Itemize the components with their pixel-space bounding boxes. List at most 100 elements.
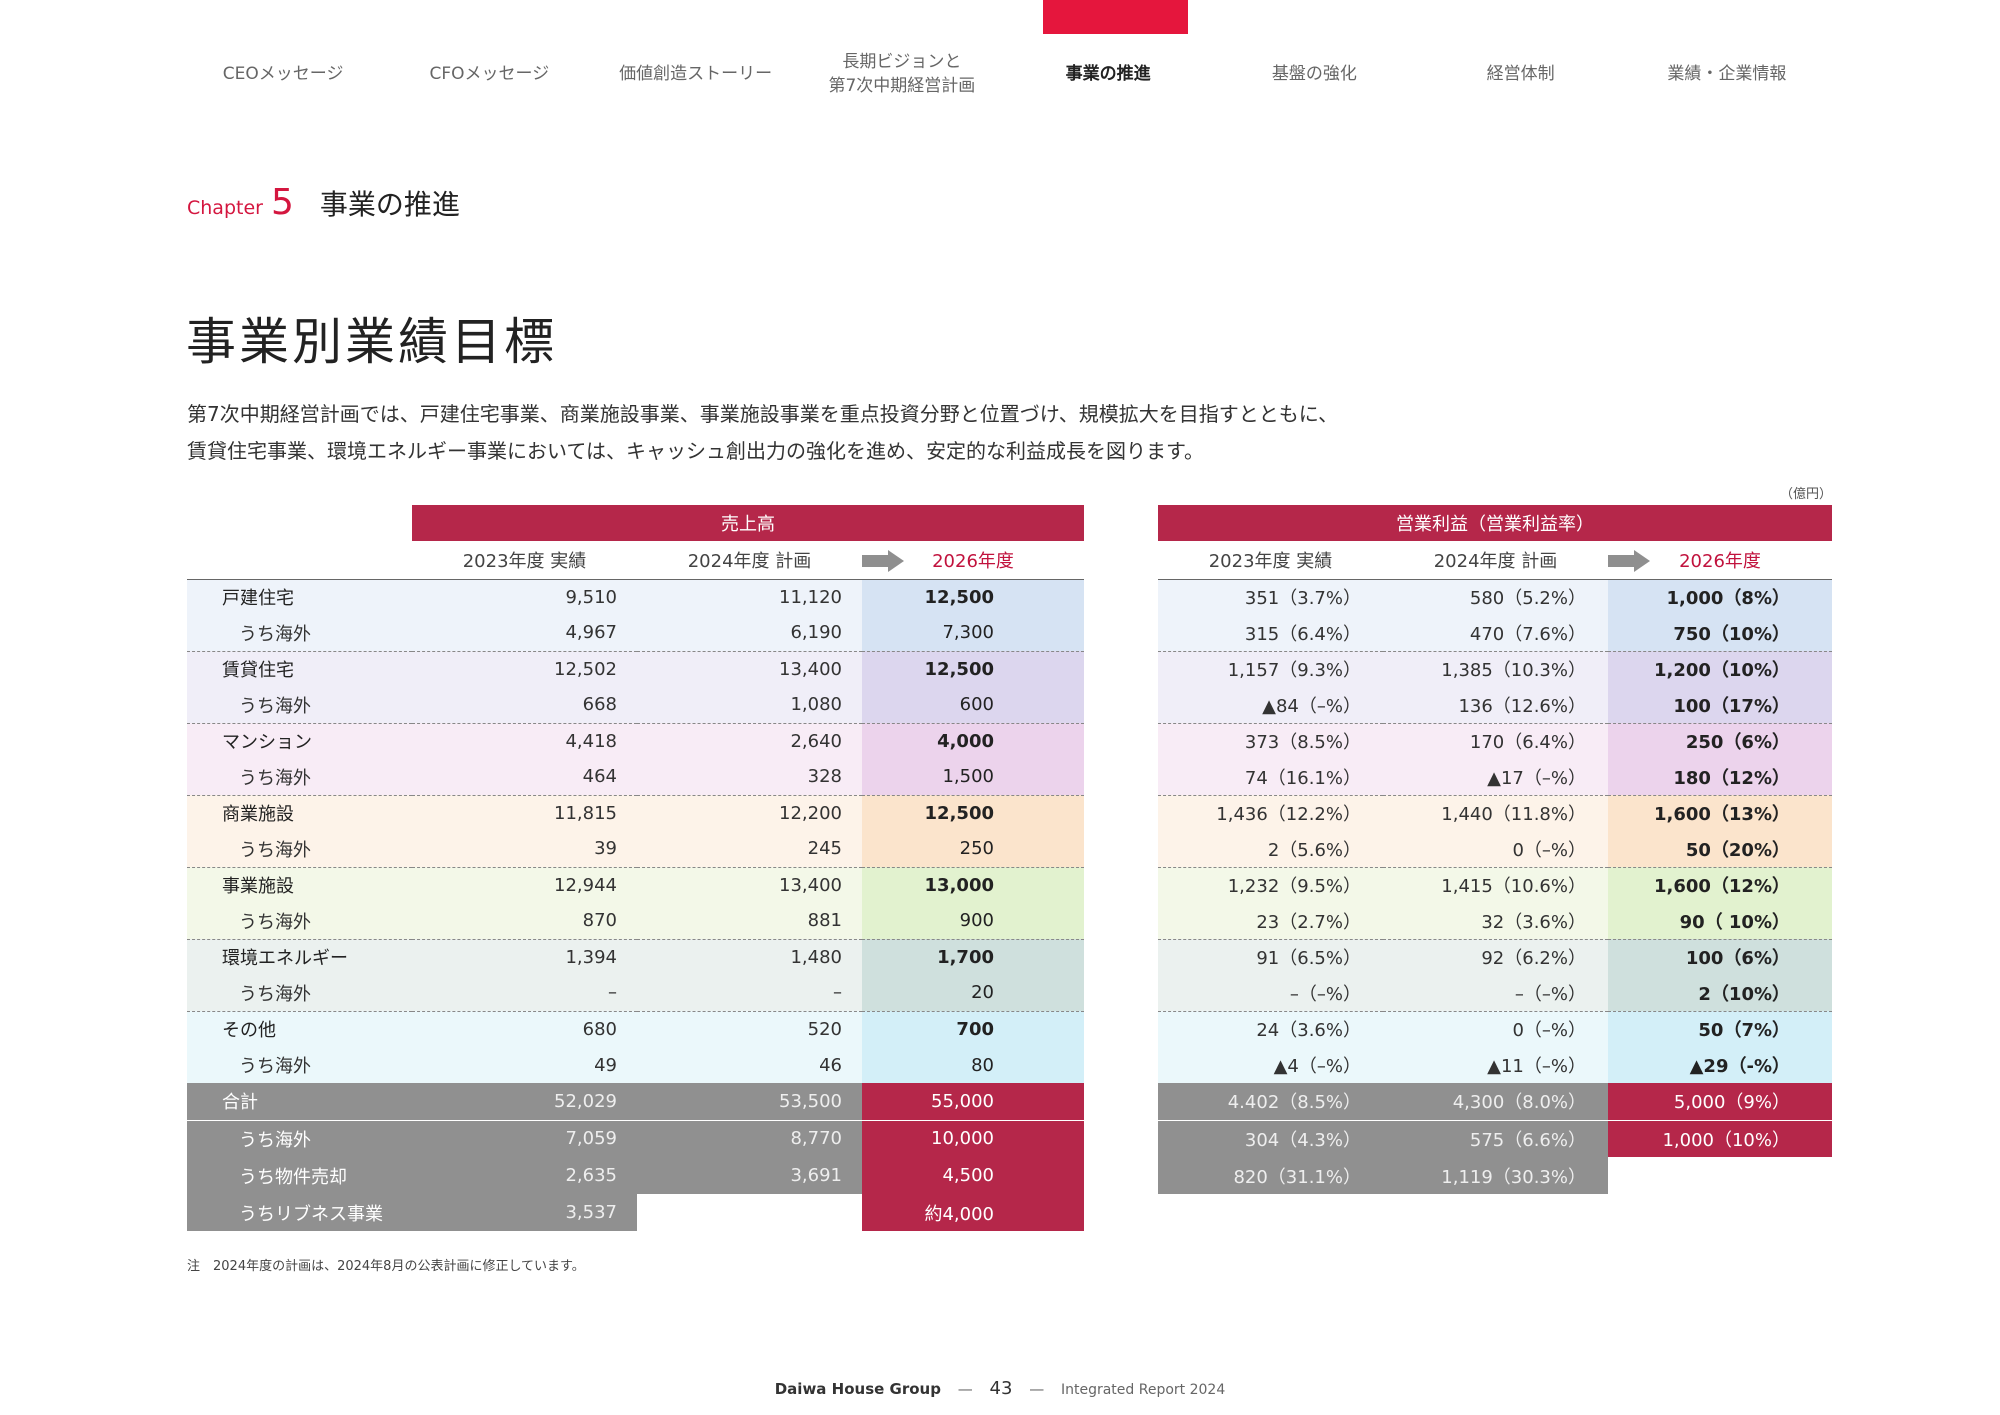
- table-row: うち海外 4,967 6,190 7,300: [187, 615, 1084, 651]
- sales-2026-target: 12,500: [862, 650, 1084, 687]
- sales-header: 売上高: [412, 505, 1084, 541]
- nav-item[interactable]: 事業の推進: [1005, 46, 1211, 102]
- nav-item[interactable]: 基盤の強化: [1211, 46, 1417, 102]
- total-label: うちリブネス事業: [187, 1194, 412, 1231]
- footer-brand: Daiwa House Group: [774, 1380, 941, 1398]
- sales-2023: 464: [412, 759, 637, 795]
- segment-label: うち海外: [187, 903, 412, 939]
- intro-line: 賃貸住宅事業、環境エネルギー事業においては、キャッシュ創出力の強化を進め、安定的…: [187, 439, 1204, 463]
- sales-2023: 1,394: [412, 938, 637, 975]
- sales-2024: 245: [637, 831, 862, 867]
- profit-2026-target: 100（6%）: [1608, 938, 1832, 975]
- nav-item[interactable]: 業績・企業情報: [1624, 46, 1830, 102]
- nav-item[interactable]: 長期ビジョンと 第7次中期経営計画: [799, 46, 1005, 102]
- table-row: うち海外 668 1,080 600: [187, 687, 1084, 723]
- sales-2024: 46: [637, 1047, 862, 1083]
- segment-label: うち海外: [187, 831, 412, 867]
- active-nav-marker: [1043, 0, 1188, 34]
- profit-2023: –（–%）: [1158, 975, 1383, 1011]
- table-row: 91（6.5%） 92（6.2%） 100（6%）: [1158, 938, 1832, 975]
- unit-label: （億円）: [1780, 487, 1833, 502]
- table-row: マンション 4,418 2,640 4,000: [187, 722, 1084, 759]
- profit-2023: 24（3.6%）: [1158, 1010, 1383, 1047]
- sales-2026-target: 7,300: [862, 615, 1084, 651]
- sales-2023: 9,510: [412, 578, 637, 615]
- footer-separator: —: [1029, 1380, 1045, 1398]
- profit-2024: 92（6.2%）: [1383, 938, 1608, 975]
- page-number: 43: [989, 1378, 1013, 1399]
- profit-2024: 1,415（10.6%）: [1383, 866, 1608, 903]
- chapter-word: Chapter: [187, 197, 263, 219]
- nav-item[interactable]: 経営体制: [1418, 46, 1624, 102]
- table-row: ▲4（–%） ▲11（–%） ▲29（-%）: [1158, 1047, 1832, 1083]
- profit-2026-target: [1608, 1157, 1832, 1194]
- nav-item[interactable]: CFOメッセージ: [386, 46, 592, 102]
- profit-2024: 575（6.6%）: [1383, 1120, 1608, 1157]
- profit-2024: –（–%）: [1383, 975, 1608, 1011]
- empty-cell: [187, 505, 412, 541]
- profit-2023: 91（6.5%）: [1158, 938, 1383, 975]
- sales-2024: 328: [637, 759, 862, 795]
- sales-2023: 3,537: [412, 1194, 637, 1231]
- sales-2024: 1,480: [637, 938, 862, 975]
- nav-item[interactable]: 価値創造ストーリー: [593, 46, 799, 102]
- profit-2026-target: 750（10%）: [1608, 615, 1832, 651]
- total-row: 820（31.1%） 1,119（30.3%）: [1158, 1157, 1832, 1194]
- total-row: うち海外 7,059 8,770 10,000: [187, 1120, 1084, 1157]
- chapter-title: 事業の推進: [319, 188, 460, 221]
- table-row: うち海外 39 245 250: [187, 831, 1084, 867]
- column-header: 2023年度 実績: [1158, 541, 1383, 580]
- total-row: 合計 52,029 53,500 55,000: [187, 1083, 1084, 1121]
- profit-2023: ▲4（–%）: [1158, 1047, 1383, 1083]
- segment-label: その他: [187, 1010, 412, 1047]
- nav-item[interactable]: CEOメッセージ: [180, 46, 386, 102]
- sales-2023: 870: [412, 903, 637, 939]
- table-row: 戸建住宅 9,510 11,120 12,500: [187, 578, 1084, 615]
- profit-2023: 74（16.1%）: [1158, 759, 1383, 795]
- profit-2023: ▲84（–%）: [1158, 687, 1383, 723]
- profit-2026-target: 1,000（10%）: [1608, 1120, 1832, 1157]
- table-row: その他 680 520 700: [187, 1010, 1084, 1047]
- table-row: 373（8.5%） 170（6.4%） 250（6%）: [1158, 722, 1832, 759]
- chapter-heading: Chapter 5 事業の推進: [187, 182, 460, 223]
- sales-2026-target: 13,000: [862, 866, 1084, 903]
- sales-2026-target: 4,000: [862, 722, 1084, 759]
- sales-2024: 53,500: [637, 1083, 862, 1121]
- sales-2026-target: 80: [862, 1047, 1084, 1083]
- profit-2023: 4.402（8.5%）: [1158, 1083, 1383, 1121]
- table-row: うち海外 870 881 900: [187, 903, 1084, 939]
- profit-2026-target: 1,600（12%）: [1608, 866, 1832, 903]
- intro-line: 第7次中期経営計画では、戸建住宅事業、商業施設事業、事業施設事業を重点投資分野と…: [187, 402, 1339, 426]
- table-row: 24（3.6%） 0（–%） 50（7%）: [1158, 1010, 1832, 1047]
- total-label: うち海外: [187, 1120, 412, 1157]
- profit-2024: 1,119（30.3%）: [1383, 1157, 1608, 1194]
- sales-2024: [637, 1194, 862, 1231]
- column-header: 2024年度 計画: [637, 541, 862, 580]
- profit-2024: 4,300（8.0%）: [1383, 1083, 1608, 1121]
- right-arrow-icon: [862, 550, 904, 572]
- segment-label: マンション: [187, 722, 412, 759]
- sales-2026-target: 600: [862, 687, 1084, 723]
- column-header: 2023年度 実績: [412, 541, 637, 580]
- profit-2024: 470（7.6%）: [1383, 615, 1608, 651]
- table-row: 351（3.7%） 580（5.2%） 1,000（8%）: [1158, 578, 1832, 615]
- sales-2026-target: 900: [862, 903, 1084, 939]
- profit-2024: 0（–%）: [1383, 831, 1608, 867]
- profit-2024: ▲11（–%）: [1383, 1047, 1608, 1083]
- profit-2024: 136（12.6%）: [1383, 687, 1608, 723]
- sales-2026-target: 10,000: [862, 1120, 1084, 1157]
- profit-2026-target: 50（7%）: [1608, 1010, 1832, 1047]
- sales-2023: 12,502: [412, 650, 637, 687]
- table-row: 環境エネルギー 1,394 1,480 1,700: [187, 938, 1084, 975]
- segment-label: うち海外: [187, 687, 412, 723]
- table-row: うち海外 49 46 80: [187, 1047, 1084, 1083]
- table-row: –（–%） –（–%） 2（10%）: [1158, 975, 1832, 1011]
- sales-2023: 4,967: [412, 615, 637, 651]
- intro-text: 第7次中期経営計画では、戸建住宅事業、商業施設事業、事業施設事業を重点投資分野と…: [187, 396, 1338, 470]
- sales-2023: 11,815: [412, 794, 637, 831]
- sales-2023: 12,944: [412, 866, 637, 903]
- sales-2024: 1,080: [637, 687, 862, 723]
- page-footer: Daiwa House Group — 43 — Integrated Repo…: [0, 1378, 2000, 1399]
- sales-2023: 2,635: [412, 1157, 637, 1194]
- sales-2024: 881: [637, 903, 862, 939]
